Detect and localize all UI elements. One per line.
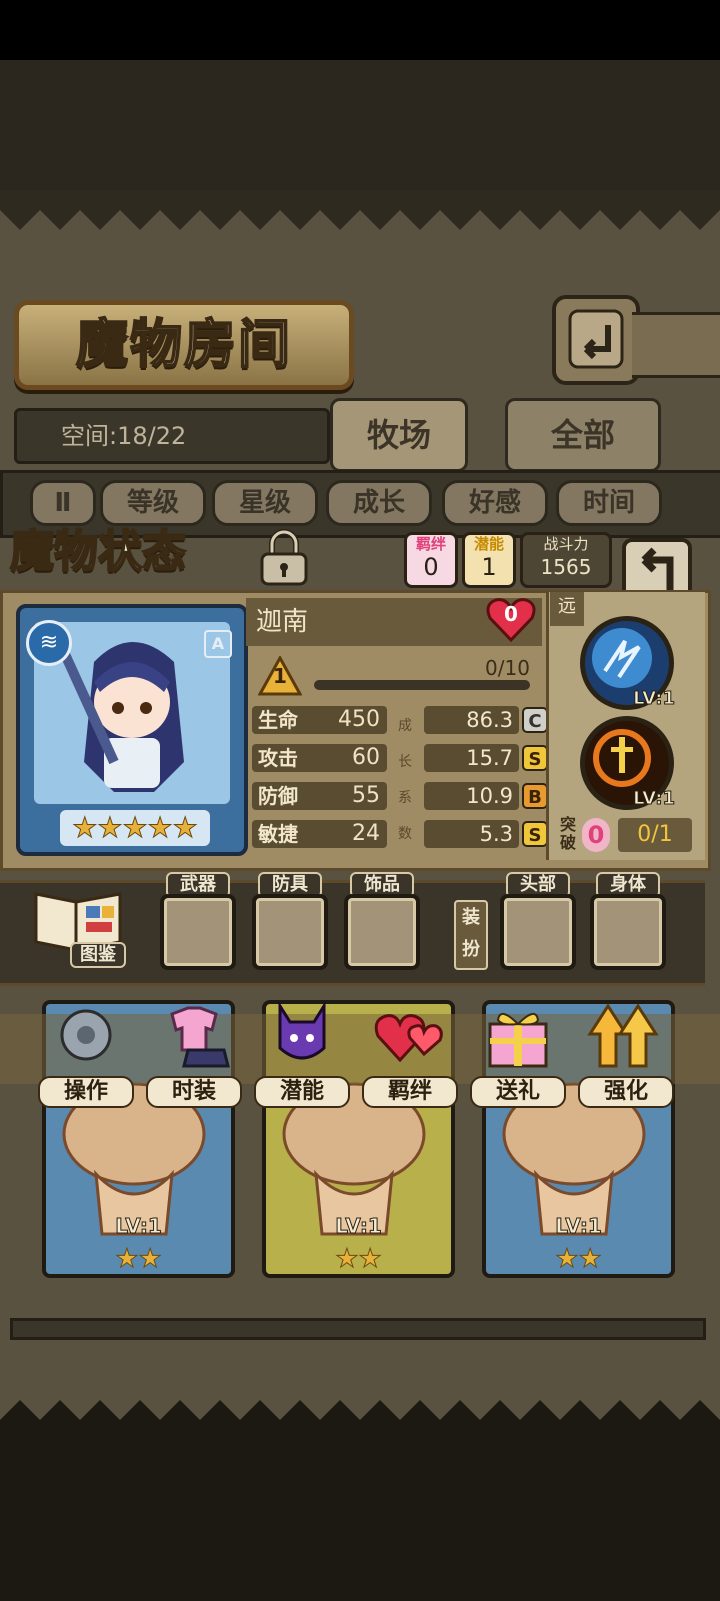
bond-label: 羁绊 xyxy=(415,535,446,553)
stat-value: 450 xyxy=(338,707,380,732)
action-label: 潜能 xyxy=(254,1076,350,1108)
stat-value: 60 xyxy=(352,745,380,770)
growth-coefficient-label: 成长系数 xyxy=(398,718,412,842)
rank-badge: 1 xyxy=(257,654,303,696)
costume-button[interactable]: 时装 xyxy=(146,1000,242,1108)
skill-level: LV:1 xyxy=(633,688,676,710)
clothes-icon xyxy=(170,1006,230,1068)
exp-bar xyxy=(314,680,530,690)
favor-value: 0 xyxy=(504,602,518,626)
potential-label: 潜能 xyxy=(473,535,504,553)
class-badge: A xyxy=(204,630,232,658)
range-tag: 远 xyxy=(550,592,584,626)
star-rating: ★★★★★ xyxy=(60,810,210,846)
sort-time-button[interactable]: 时间 xyxy=(556,480,662,526)
power-value: 1565 xyxy=(540,555,592,579)
status-title: 魔物状态 xyxy=(9,525,187,578)
space-counter-box: 空间:18/22 xyxy=(14,408,330,464)
potential-button[interactable]: 潜能 xyxy=(254,1000,350,1108)
body-slot[interactable] xyxy=(590,894,666,970)
card-level: LV:1 xyxy=(335,1214,382,1239)
tab-all[interactable]: 全部 xyxy=(505,398,661,472)
card-level: LV:1 xyxy=(115,1214,162,1239)
breakthrough-value: 0 xyxy=(582,818,610,852)
status-bar xyxy=(0,0,720,60)
gift-icon xyxy=(488,1013,548,1068)
action-label: 时装 xyxy=(146,1076,242,1108)
growth-grade: C xyxy=(522,707,548,733)
bond-button[interactable]: 羁绊 xyxy=(362,1000,458,1108)
potential-value: 1 xyxy=(481,553,497,581)
water-element-icon: ≋ xyxy=(26,620,72,666)
rank-value: 1 xyxy=(273,664,287,688)
skill-level: LV:1 xyxy=(633,788,676,810)
card-stars: ★★ xyxy=(335,1244,383,1275)
bond-box: 羁绊 0 xyxy=(404,532,458,588)
up-arrows-icon xyxy=(587,1003,659,1068)
head-slot[interactable] xyxy=(500,894,576,970)
growth-value: 86.3 xyxy=(424,706,519,734)
growth-grade: S xyxy=(522,745,548,771)
sort-favor-button[interactable]: 好感 xyxy=(442,480,548,526)
weapon-slot[interactable] xyxy=(160,894,236,970)
gift-button[interactable]: 送礼 xyxy=(470,1000,566,1108)
growth-value: 5.3 xyxy=(424,820,519,848)
breakthrough-progress: 0/1 xyxy=(618,818,692,852)
list-bottom-frame xyxy=(10,1318,706,1340)
favor-heart: 0 xyxy=(484,596,538,644)
return-plate xyxy=(632,312,720,378)
growth-grade: B xyxy=(522,783,548,809)
return-button[interactable] xyxy=(552,295,640,385)
card-stars: ★★ xyxy=(555,1244,603,1275)
encyclopedia-label: 图鉴 xyxy=(70,942,126,968)
breakthrough-label: 突破 xyxy=(559,815,576,852)
equip-label: 装扮 xyxy=(454,900,488,970)
bottom-band xyxy=(0,1440,720,1601)
card-stars: ★★ xyxy=(115,1244,163,1275)
zigzag-border xyxy=(0,190,720,230)
potential-box: 潜能 1 xyxy=(462,532,516,588)
encyclopedia-button[interactable]: 图鉴 xyxy=(30,884,126,968)
fire-sword-skill-icon xyxy=(593,729,651,787)
hearts-icon xyxy=(374,1014,443,1063)
enhance-button[interactable]: 强化 xyxy=(578,1000,674,1108)
space-counter: 空间:18/22 xyxy=(61,422,187,450)
accessory-slot[interactable] xyxy=(344,894,420,970)
operate-button[interactable]: 操作 xyxy=(38,1000,134,1108)
zigzag-border-bottom xyxy=(0,1400,720,1440)
demon-icon xyxy=(278,1000,326,1060)
power-label: 战斗力 xyxy=(543,535,589,553)
lock-icon xyxy=(260,529,308,586)
monster-portrait[interactable]: ≋ A ★★★★★ xyxy=(16,604,248,856)
return-icon xyxy=(568,309,624,369)
action-label: 送礼 xyxy=(470,1076,566,1108)
action-label: 操作 xyxy=(38,1076,134,1108)
bond-value: 0 xyxy=(423,553,439,581)
stat-value: 24 xyxy=(352,821,380,846)
exp-text: 0/10 xyxy=(485,656,530,680)
title-plaque: 魔物房间 xyxy=(14,300,354,390)
action-label: 羁绊 xyxy=(362,1076,458,1108)
sort-growth-button[interactable]: 成长 xyxy=(326,480,432,526)
growth-value: 15.7 xyxy=(424,744,519,772)
lock-button[interactable] xyxy=(252,526,316,588)
page-title: 魔物房间 xyxy=(75,313,292,376)
skill-2[interactable]: LV:1 xyxy=(580,716,676,810)
lightning-skill-icon xyxy=(592,628,652,688)
gear-icon xyxy=(60,1009,112,1061)
tab-pasture[interactable]: 牧场 xyxy=(330,398,468,472)
stat-value: 55 xyxy=(352,783,380,808)
growth-grade: S xyxy=(522,821,548,847)
skill-1[interactable]: LV:1 xyxy=(580,616,676,710)
card-level: LV:1 xyxy=(555,1214,602,1239)
armor-slot[interactable] xyxy=(252,894,328,970)
action-label: 强化 xyxy=(578,1076,674,1108)
growth-value: 10.9 xyxy=(424,782,519,810)
power-box: 战斗力 1565 xyxy=(520,532,612,588)
sort-star-button[interactable]: 星级 xyxy=(212,480,318,526)
